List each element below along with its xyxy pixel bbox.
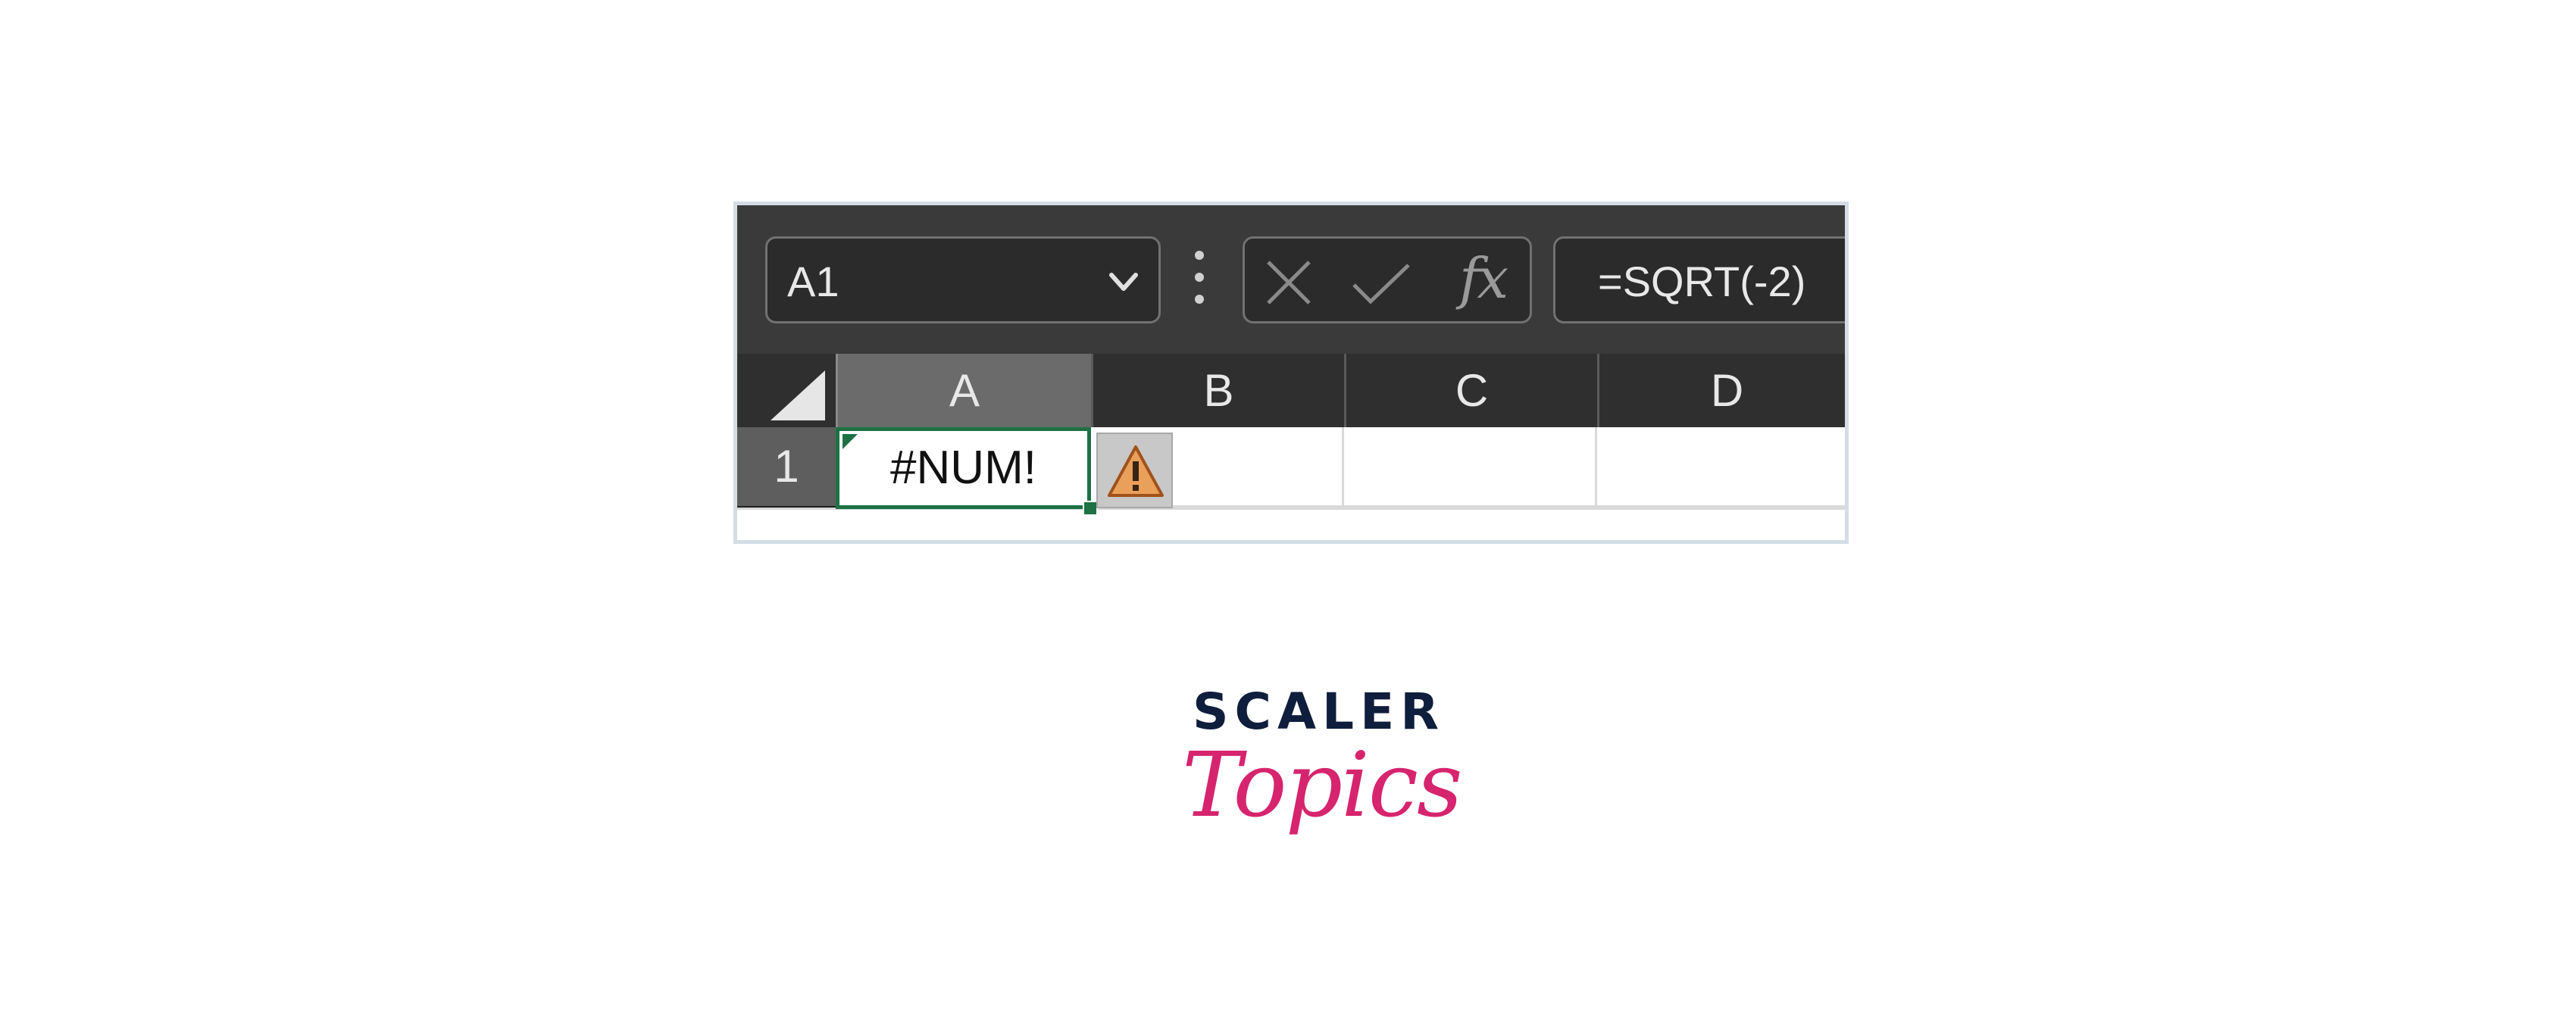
formula-bar: A1 fx =SQRT(-2) <box>737 205 1845 354</box>
error-indicator <box>843 434 858 449</box>
cell-a1-value: #NUM! <box>890 442 1036 494</box>
cell-c1[interactable] <box>1344 427 1597 508</box>
cancel-icon[interactable] <box>1265 259 1312 306</box>
name-box[interactable]: A1 <box>765 236 1161 323</box>
column-header-b[interactable]: B <box>1091 354 1344 427</box>
excel-screenshot: A1 fx =SQRT(-2) A B C D 1 #NUM! <box>733 201 1849 544</box>
column-header-a[interactable]: A <box>836 354 1091 427</box>
cell-a1[interactable]: #NUM! <box>836 427 1091 509</box>
formula-input[interactable]: =SQRT(-2) <box>1553 236 1845 323</box>
error-check-button[interactable] <box>1096 433 1173 508</box>
insert-function-button[interactable]: fx <box>1459 245 1508 313</box>
cell-d1[interactable] <box>1597 427 1845 508</box>
select-all-button[interactable] <box>737 354 836 427</box>
warning-icon <box>1108 445 1164 497</box>
column-header-c[interactable]: C <box>1344 354 1597 427</box>
fill-handle[interactable] <box>1083 501 1098 516</box>
column-header-row: A B C D <box>737 354 1845 427</box>
select-all-triangle-icon <box>771 370 825 420</box>
logo-topics-text: Topics <box>1182 733 1463 837</box>
row-header-1[interactable]: 1 <box>737 427 836 509</box>
formula-buttons: fx <box>1243 236 1532 323</box>
enter-icon[interactable] <box>1351 262 1411 305</box>
formula-text: =SQRT(-2) <box>1598 258 1806 305</box>
scaler-topics-logo: SCALER Topics <box>1174 682 1463 879</box>
more-icon[interactable] <box>1193 251 1205 304</box>
chevron-down-icon[interactable] <box>1107 269 1140 295</box>
name-box-value: A1 <box>787 258 839 305</box>
column-header-d[interactable]: D <box>1597 354 1845 427</box>
